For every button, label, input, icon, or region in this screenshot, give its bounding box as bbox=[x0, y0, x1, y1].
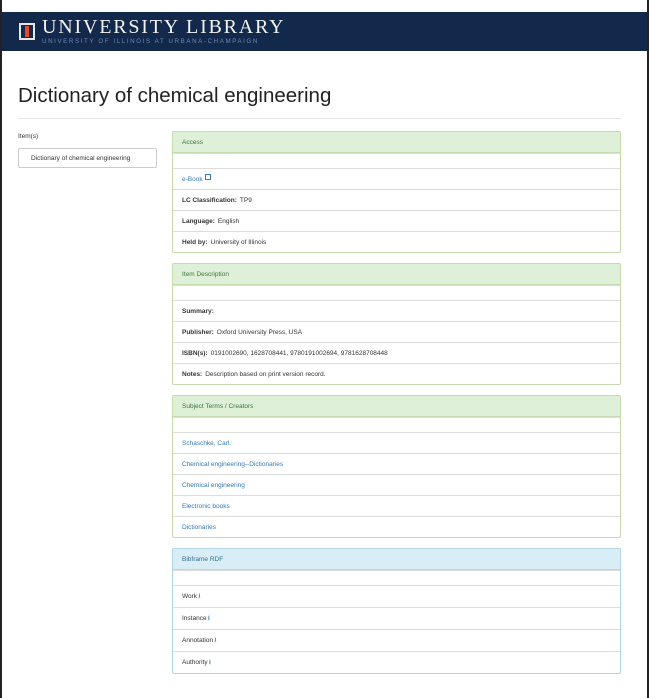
description-blank-row bbox=[173, 285, 620, 300]
download-icon: ⭳ bbox=[208, 659, 212, 666]
lc-classification-row: LC Classification: TP9 bbox=[173, 189, 620, 210]
download-icon: ⭳ bbox=[207, 615, 211, 622]
subject-row: Chemical engineering bbox=[173, 474, 620, 495]
subject-link-chemical-engineering[interactable]: Chemical engineering bbox=[182, 482, 245, 489]
access-panel: Access e-Book LC Classification: TP9 Lan… bbox=[172, 131, 621, 253]
bibframe-row: Instance⭳ bbox=[173, 607, 620, 629]
publisher-row: Publisher: Oxford University Press, USA bbox=[173, 321, 620, 342]
item-description-heading: Item Description bbox=[173, 264, 620, 285]
items-label: Item(s) bbox=[18, 133, 39, 140]
download-icon: ⭳ bbox=[214, 637, 217, 644]
bibframe-row: Work⭳ bbox=[173, 585, 620, 607]
bibframe-work-link[interactable]: Work⭳ bbox=[182, 593, 201, 600]
lc-classification-label: LC Classification: bbox=[182, 196, 237, 204]
summary-row: Summary: bbox=[173, 300, 620, 321]
bibframe-work-label: Work bbox=[182, 593, 198, 600]
isbn-label: ISBN(s): bbox=[182, 349, 208, 357]
held-by-row: Held by: University of Illinois bbox=[173, 231, 620, 252]
lc-classification-value: TP9 bbox=[239, 196, 252, 204]
notes-label: Notes: bbox=[182, 370, 203, 378]
access-heading: Access bbox=[173, 132, 620, 153]
subject-link-dictionaries[interactable]: Dictionaries bbox=[182, 524, 216, 531]
bibframe-blank-row bbox=[173, 570, 620, 585]
library-logo[interactable]: UNIVERSITY LIBRARY UNIVERSITY OF ILLINOI… bbox=[42, 17, 285, 45]
bibframe-row: Authority⭳ bbox=[173, 651, 620, 673]
bibframe-annotation-label: Annotation bbox=[182, 637, 214, 644]
isbn-value: 0191002690, 1628708441, 9780191002694, 9… bbox=[210, 349, 388, 357]
bibframe-authority-link[interactable]: Authority⭳ bbox=[182, 659, 211, 666]
language-label: Language: bbox=[182, 217, 215, 225]
subject-link-chemical-engineering-dictionaries[interactable]: Chemical engineering--Dictionaries bbox=[182, 461, 283, 468]
publisher-value: Oxford University Press, USA bbox=[216, 328, 303, 336]
bibframe-instance-link[interactable]: Instance⭳ bbox=[182, 615, 210, 622]
site-header: UNIVERSITY LIBRARY UNIVERSITY OF ILLINOI… bbox=[2, 12, 647, 51]
publisher-label: Publisher: bbox=[182, 328, 214, 336]
subjects-blank-row bbox=[173, 417, 620, 432]
ebook-link[interactable]: e-Book bbox=[182, 174, 211, 183]
access-blank-row bbox=[173, 153, 620, 168]
logo-title: UNIVERSITY LIBRARY bbox=[42, 16, 286, 39]
item-description-panel: Item Description Summary: Publisher: Oxf… bbox=[172, 263, 621, 385]
isbn-row: ISBN(s): 0191002690, 1628708441, 9780191… bbox=[173, 342, 620, 363]
record-panels: Access e-Book LC Classification: TP9 Lan… bbox=[172, 131, 621, 684]
subject-link-electronic-books[interactable]: Electronic books bbox=[182, 503, 230, 510]
window-border-left bbox=[0, 0, 2, 698]
held-by-label: Held by: bbox=[182, 238, 208, 246]
subject-row: Schaschke, Carl. bbox=[173, 432, 620, 453]
language-value: English bbox=[217, 217, 240, 225]
subject-terms-heading: Subject Terms / Creators bbox=[173, 396, 620, 417]
bibframe-row: Annotation⭳ bbox=[173, 629, 620, 651]
subject-row: Dictionaries bbox=[173, 516, 620, 537]
notes-value: Description based on print version recor… bbox=[205, 370, 326, 378]
held-by-value: University of Illinois bbox=[210, 238, 267, 246]
title-divider bbox=[18, 118, 621, 119]
language-row: Language: English bbox=[173, 210, 620, 231]
ebook-link-label: e-Book bbox=[182, 176, 203, 183]
logo-subtitle: UNIVERSITY OF ILLINOIS AT URBANA-CHAMPAI… bbox=[42, 38, 259, 46]
bibframe-authority-label: Authority bbox=[182, 659, 208, 666]
ebook-row: e-Book bbox=[173, 168, 620, 189]
top-margin bbox=[0, 0, 649, 12]
external-link-icon bbox=[204, 174, 211, 180]
bibframe-heading: Bibframe RDF bbox=[173, 549, 620, 570]
bibframe-annotation-link[interactable]: Annotation⭳ bbox=[182, 637, 217, 644]
notes-row: Notes: Description based on print versio… bbox=[173, 363, 620, 384]
subject-terms-panel: Subject Terms / Creators Schaschke, Carl… bbox=[172, 395, 621, 538]
subject-row: Electronic books bbox=[173, 495, 620, 516]
item-selector[interactable]: Dictionary of chemical engineering bbox=[18, 148, 157, 168]
bibframe-panel: Bibframe RDF Work⭳ Instance⭳ Annotation⭳… bbox=[172, 548, 621, 674]
subject-link-schaschke[interactable]: Schaschke, Carl. bbox=[182, 440, 231, 447]
download-icon: ⭳ bbox=[198, 593, 201, 600]
page-title: Dictionary of chemical engineering bbox=[18, 84, 332, 107]
illinois-block-i-icon[interactable] bbox=[19, 23, 35, 40]
summary-label: Summary: bbox=[182, 307, 214, 315]
bibframe-instance-label: Instance bbox=[182, 615, 207, 622]
subject-row: Chemical engineering--Dictionaries bbox=[173, 453, 620, 474]
